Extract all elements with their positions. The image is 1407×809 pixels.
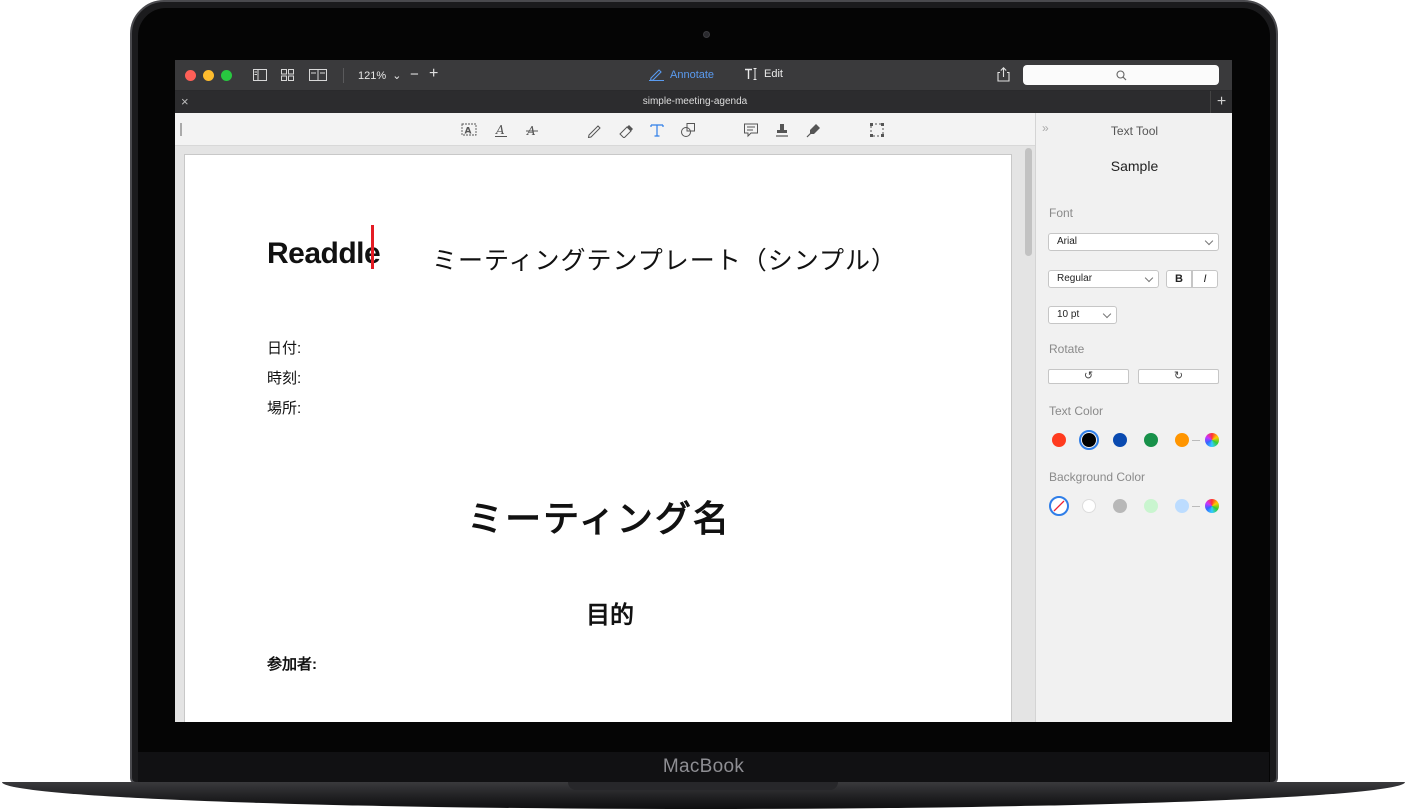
rotate-cw-icon: ↻ — [1173, 370, 1184, 382]
font-weight-value: Regular — [1057, 273, 1093, 284]
tab-bar: × simple-meeting-agenda + — [175, 91, 1232, 113]
signature-icon[interactable] — [806, 122, 822, 138]
document-page[interactable]: Readdle ミーティングテンプレート（シンプル） 日付: 時刻: 場所: ミ… — [184, 154, 1012, 722]
text-color-swatch[interactable] — [1144, 433, 1158, 447]
annotation-toolbar: A A A — [175, 113, 1035, 146]
pencil-icon — [649, 69, 664, 82]
stamp-icon[interactable] — [774, 122, 790, 138]
time-field-label: 時刻: — [267, 370, 302, 387]
font-size-select[interactable]: 10 pt — [1048, 306, 1117, 324]
font-size-value: 10 pt — [1057, 309, 1080, 320]
search-icon — [1116, 70, 1127, 81]
app-window: 121% ⌄ − + Annotate Edit × simple-meetin… — [175, 60, 1232, 722]
selection-icon[interactable] — [869, 122, 885, 138]
panel-title: Text Tool — [1110, 124, 1159, 138]
shapes-icon[interactable] — [680, 122, 696, 138]
laptop-notch — [568, 782, 838, 790]
rotate-section-label: Rotate — [1049, 342, 1085, 356]
new-tab-button[interactable]: + — [1210, 91, 1232, 113]
no-background-swatch[interactable] — [1049, 496, 1069, 516]
background-color-section-label: Background Color — [1049, 470, 1146, 484]
text-color-swatch[interactable] — [1082, 433, 1096, 447]
note-icon[interactable] — [743, 122, 759, 138]
picker-connector — [1192, 506, 1200, 507]
toolbar-drag-handle[interactable] — [180, 123, 182, 136]
background-color-swatch[interactable] — [1082, 499, 1096, 513]
logo-accent-bar — [371, 225, 374, 269]
text-tool-icon[interactable] — [649, 122, 665, 138]
meeting-name-heading: ミーティング名 — [467, 498, 731, 539]
device-brand: MacBook — [662, 756, 745, 777]
document-viewer[interactable]: Readdle ミーティングテンプレート（シンプル） 日付: 時刻: 場所: ミ… — [175, 146, 1035, 722]
search-input[interactable] — [1023, 65, 1219, 85]
rotate-ccw-icon: ↺ — [1083, 370, 1094, 382]
pencil-icon[interactable] — [586, 122, 602, 139]
date-field-label: 日付: — [267, 340, 302, 357]
tab-document-title[interactable]: simple-meeting-agenda — [175, 96, 1215, 107]
background-color-swatch[interactable] — [1175, 499, 1189, 513]
chevron-down-icon — [1102, 309, 1112, 319]
location-field-label: 場所: — [267, 400, 302, 417]
background-color-picker-icon[interactable] — [1205, 499, 1219, 513]
purpose-heading: 目的 — [586, 602, 634, 629]
titlebar: 121% ⌄ − + Annotate Edit — [175, 60, 1232, 91]
svg-text:A: A — [495, 123, 505, 137]
text-tool-panel: » Text Tool Sample Font Arial Regular B … — [1035, 113, 1232, 722]
annotate-mode-label: Annotate — [670, 68, 715, 81]
document-title: ミーティングテンプレート（シンプル） — [432, 247, 898, 275]
camera-icon — [703, 31, 710, 38]
text-underline-icon[interactable]: A — [493, 122, 509, 138]
edit-mode-button[interactable]: Edit — [744, 68, 783, 81]
font-family-select[interactable]: Arial — [1048, 233, 1219, 251]
background-color-swatch[interactable] — [1144, 499, 1158, 513]
text-color-swatch[interactable] — [1175, 433, 1189, 447]
bold-button[interactable]: B — [1166, 270, 1192, 288]
text-cursor-icon — [745, 68, 757, 81]
italic-button[interactable]: I — [1192, 270, 1218, 288]
text-highlight-icon[interactable]: A — [461, 122, 477, 138]
annotate-mode-button[interactable]: Annotate — [649, 68, 715, 82]
font-weight-select[interactable]: Regular — [1048, 270, 1159, 288]
participants-label: 参加者: — [267, 656, 317, 673]
close-window-button[interactable] — [185, 70, 196, 81]
rotate-right-button[interactable]: ↻ — [1138, 369, 1219, 384]
edit-mode-label: Edit — [764, 68, 783, 81]
toolbar-divider — [343, 68, 344, 83]
picker-connector — [1192, 440, 1200, 441]
font-family-value: Arial — [1057, 236, 1078, 247]
background-color-swatch[interactable] — [1113, 499, 1127, 513]
vertical-scrollbar[interactable] — [1025, 148, 1032, 256]
text-strikethrough-icon[interactable]: A — [524, 122, 540, 138]
svg-text:A: A — [465, 127, 472, 137]
text-color-swatch[interactable] — [1113, 433, 1127, 447]
text-color-swatch[interactable] — [1052, 433, 1066, 447]
eraser-icon[interactable] — [618, 122, 634, 139]
two-page-view-icon[interactable] — [309, 68, 327, 81]
chevron-down-icon — [1144, 273, 1154, 283]
zoom-in-button[interactable]: + — [429, 65, 438, 83]
chevron-down-icon — [1204, 236, 1214, 246]
sidebar-toggle-icon[interactable] — [253, 68, 268, 81]
no-color-icon — [1053, 500, 1065, 512]
share-icon[interactable] — [997, 67, 1010, 87]
chevron-down-icon: ⌄ — [392, 70, 402, 82]
font-sample-preview: Sample — [1110, 158, 1159, 174]
zoom-level: 121% — [358, 70, 387, 82]
zoom-level-dropdown[interactable]: 121% ⌄ — [358, 69, 401, 82]
text-color-section-label: Text Color — [1049, 404, 1104, 418]
minimize-window-button[interactable] — [203, 70, 214, 81]
text-color-picker-icon[interactable] — [1205, 433, 1219, 447]
readdle-logo: Readdle — [267, 237, 381, 270]
grid-view-icon[interactable] — [281, 68, 296, 81]
font-section-label: Font — [1049, 206, 1074, 220]
rotate-left-button[interactable]: ↺ — [1048, 369, 1129, 384]
maximize-window-button[interactable] — [221, 70, 232, 81]
zoom-out-button[interactable]: − — [410, 66, 419, 83]
